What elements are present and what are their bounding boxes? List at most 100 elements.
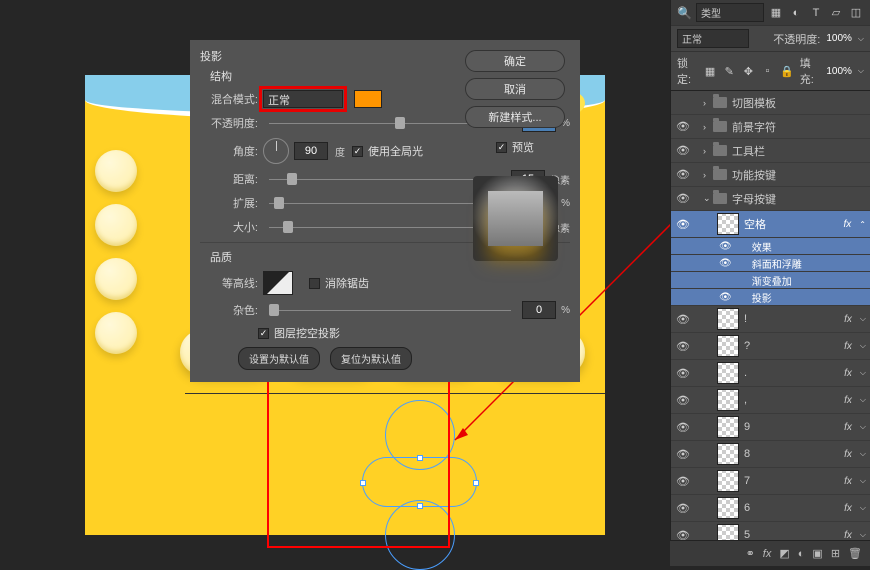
chevron-down-icon[interactable]: ⌵ [858, 66, 864, 76]
layer-item[interactable]: 👁!fx⌵ [671, 306, 870, 333]
visibility-icon[interactable]: 👁 [719, 292, 732, 303]
visibility-icon[interactable]: 👁 [719, 258, 732, 269]
noise-slider[interactable] [269, 310, 511, 311]
layer-group[interactable]: 👁⌄字母按键 [671, 187, 870, 211]
filter-smart-icon[interactable]: ◫ [848, 5, 864, 21]
reset-default-button[interactable]: 复位为默认值 [330, 347, 412, 370]
adjustment-icon[interactable]: ◐ [798, 548, 805, 560]
visibility-icon[interactable]: 👁 [719, 241, 732, 252]
layer-thumb [717, 362, 739, 384]
round-key [95, 312, 137, 354]
ok-button[interactable]: 确定 [465, 50, 565, 72]
layer-group[interactable]: 👁›前景字符 [671, 115, 870, 139]
visibility-icon[interactable]: 👁 [675, 168, 691, 181]
lock-brush-icon[interactable]: ✎ [723, 63, 736, 79]
round-key [95, 204, 137, 246]
layers-list[interactable]: ›切图模板 👁›前景字符 👁›工具栏 👁›功能按键 👁⌄字母按键 👁空格fx⌃ … [671, 91, 870, 551]
distance-label: 距离: [210, 171, 258, 187]
chevron-down-icon[interactable]: ⌵ [858, 34, 864, 44]
layer-thumb [717, 443, 739, 465]
visibility-icon[interactable]: 👁 [675, 313, 691, 326]
layer-thumb [717, 335, 739, 357]
effect-item[interactable]: 👁渐变叠加 [671, 272, 870, 289]
layer-item[interactable]: 👁,fx⌵ [671, 387, 870, 414]
panel-opacity-value[interactable]: 100% [826, 33, 852, 44]
new-style-button[interactable]: 新建样式... [465, 106, 565, 128]
layer-item[interactable]: 👁8fx⌵ [671, 441, 870, 468]
layer-group[interactable]: 👁›功能按键 [671, 163, 870, 187]
fill-label: 填充: [800, 55, 821, 87]
angle-value[interactable]: 90 [294, 142, 328, 160]
trash-icon[interactable]: 🗑 [848, 547, 862, 560]
layer-thumb [717, 497, 739, 519]
layer-item[interactable]: 👁?fx⌵ [671, 333, 870, 360]
layer-group[interactable]: 👁›工具栏 [671, 139, 870, 163]
cancel-button[interactable]: 取消 [465, 78, 565, 100]
effects-header[interactable]: 👁效果 [671, 238, 870, 255]
layer-item-selected[interactable]: 👁空格fx⌃ [671, 211, 870, 238]
group-icon[interactable]: ▣ [812, 547, 822, 560]
visibility-icon[interactable]: 👁 [675, 192, 691, 205]
preview-thumbnail [473, 176, 558, 261]
global-light-checkbox[interactable] [352, 146, 363, 157]
blend-mode-panel[interactable]: 正常 [677, 29, 749, 48]
lock-pixels-icon[interactable]: ▦ [704, 63, 717, 79]
filter-shape-icon[interactable]: ▱ [828, 5, 844, 21]
spread-label: 扩展: [210, 195, 258, 211]
layer-item[interactable]: 👁.fx⌵ [671, 360, 870, 387]
visibility-icon[interactable]: 👁 [675, 421, 691, 434]
folder-icon [713, 145, 727, 156]
fx-icon[interactable]: fx [763, 548, 772, 560]
size-label: 大小: [210, 219, 258, 235]
visibility-icon[interactable]: 👁 [675, 394, 691, 407]
filter-type-select[interactable]: 类型 [696, 3, 764, 22]
lock-all-icon[interactable]: 🔒 [780, 63, 794, 79]
layers-footer: ⚭ fx ◩ ◐ ▣ ⊞ 🗑 [670, 540, 870, 566]
layer-group[interactable]: ›切图模板 [671, 91, 870, 115]
preview-checkbox[interactable] [496, 142, 507, 153]
set-default-button[interactable]: 设置为默认值 [238, 347, 320, 370]
visibility-icon[interactable]: 👁 [675, 502, 691, 515]
noise-value[interactable]: 0 [522, 301, 556, 319]
layers-panel: 🔍 类型 ▦ ◐ T ▱ ◫ 正常 不透明度: 100% ⌵ 锁定: ▦ ✎ ✥… [670, 0, 870, 566]
angle-label: 角度: [210, 143, 258, 159]
angle-dial[interactable] [263, 138, 289, 164]
layer-item[interactable]: 👁6fx⌵ [671, 495, 870, 522]
visibility-icon[interactable]: 👁 [675, 448, 691, 461]
layer-thumb [717, 470, 739, 492]
contour-picker[interactable] [263, 271, 293, 295]
fx-badge[interactable]: fx [844, 219, 860, 230]
visibility-icon[interactable]: 👁 [675, 367, 691, 380]
degree-unit: 度 [333, 144, 347, 159]
antialias-label: 消除锯齿 [325, 275, 369, 291]
side-keys [95, 150, 137, 366]
lock-artboard-icon[interactable]: ▫ [761, 63, 774, 79]
visibility-icon[interactable]: 👁 [675, 120, 691, 133]
percent-unit: % [561, 305, 570, 316]
visibility-icon[interactable]: 👁 [675, 475, 691, 488]
filter-type-icon[interactable]: T [808, 5, 824, 21]
fill-value[interactable]: 100% [826, 66, 852, 77]
blend-mode-select[interactable]: 正常 [263, 90, 343, 108]
mask-icon[interactable]: ◩ [779, 547, 789, 560]
layer-item[interactable]: 👁7fx⌵ [671, 468, 870, 495]
contour-label: 等高线: [210, 275, 258, 291]
new-layer-icon[interactable]: ⊞ [831, 547, 840, 560]
effect-item[interactable]: 👁斜面和浮雕 [671, 255, 870, 272]
visibility-icon[interactable]: 👁 [675, 218, 691, 231]
shadow-color-swatch[interactable] [354, 90, 382, 108]
visibility-icon[interactable]: 👁 [675, 144, 691, 157]
visibility-icon[interactable]: 👁 [675, 340, 691, 353]
antialias-checkbox[interactable] [309, 278, 320, 289]
link-icon[interactable]: ⚭ [746, 547, 755, 560]
layer-item[interactable]: 👁9fx⌵ [671, 414, 870, 441]
knockout-checkbox[interactable] [258, 328, 269, 339]
folder-icon [713, 121, 727, 132]
opacity-label: 不透明度: [210, 115, 258, 131]
lock-move-icon[interactable]: ✥ [742, 63, 755, 79]
filter-adjust-icon[interactable]: ◐ [788, 5, 804, 21]
layer-thumb [717, 416, 739, 438]
layer-thumb [717, 389, 739, 411]
filter-image-icon[interactable]: ▦ [768, 5, 784, 21]
effect-item[interactable]: 👁投影 [671, 289, 870, 306]
